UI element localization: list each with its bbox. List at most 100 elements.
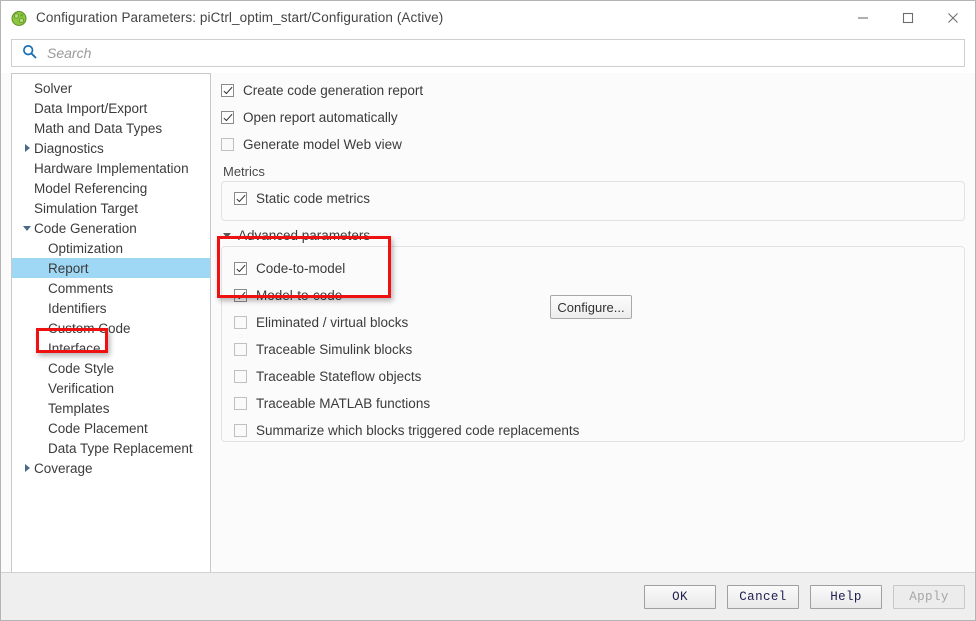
checkbox-static-code-metrics[interactable]: Static code metrics [234,185,370,212]
checkbox-unchecked-icon [234,316,247,329]
tree-item-verification[interactable]: Verification [12,378,210,398]
checkbox-create-code-generation-report[interactable]: Create code generation report [221,77,965,104]
tree-item-model-referencing[interactable]: Model Referencing [12,178,210,198]
checkbox-unchecked-icon [234,370,247,383]
checkbox-checked-icon [234,262,247,275]
tree-item-simulation-target[interactable]: Simulation Target [12,198,210,218]
tree-item-data-import-export[interactable]: Data Import/Export [12,98,210,118]
tree-item-label: Simulation Target [34,200,139,216]
chevron-down-icon[interactable] [20,225,34,231]
checkbox-label: Traceable Stateflow objects [256,369,422,384]
checkbox-traceable-stateflow-objects[interactable]: Traceable Stateflow objects [234,363,952,390]
settings-tree[interactable]: Solver Data Import/Export Math and Data Ty… [11,73,211,572]
tree-item-label: Code Placement [48,420,148,436]
tree-item-optimization[interactable]: Optimization [12,238,210,258]
tree-item-identifiers[interactable]: Identifiers [12,298,210,318]
tree-item-label: Interface [48,340,101,356]
configure-button[interactable]: Configure... [550,295,632,319]
search-input[interactable] [45,44,956,62]
tree-item-code-placement[interactable]: Code Placement [12,418,210,438]
close-icon[interactable] [930,1,975,34]
advanced-options-list: Code-to-model Model-to-code Eliminated / v… [234,255,952,444]
tree-item-label: Data Type Replacement [48,440,193,456]
tree-item-code-style[interactable]: Code Style [12,358,210,378]
checkbox-label: Summarize which blocks triggered code re… [256,423,580,438]
checkbox-label: Generate model Web view [243,137,402,152]
tree-item-coverage[interactable]: Coverage [12,458,210,478]
search-box[interactable] [11,39,965,67]
top-options-group: Create code generation report Open report… [221,77,965,158]
tree-item-comments[interactable]: Comments [12,278,210,298]
content-area: Solver Data Import/Export Math and Data Ty… [1,73,975,572]
window-controls [840,1,975,34]
checkbox-label: Model-to-code [256,288,343,303]
checkbox-summarize-which-blocks-triggered-code-replacements[interactable]: Summarize which blocks triggered code re… [234,417,952,444]
tree-item-custom-code[interactable]: Custom Code [12,318,210,338]
tree-item-diagnostics[interactable]: Diagnostics [12,138,210,158]
checkbox-generate-model-web-view[interactable]: Generate model Web view [221,131,965,158]
help-button[interactable]: Help [810,584,882,609]
tree-item-label: Verification [48,380,115,396]
tree-item-label: Templates [48,400,110,416]
dialog-footer: OK Cancel Help Apply [1,572,975,620]
checkbox-traceable-matlab-functions[interactable]: Traceable MATLAB functions [234,390,952,417]
tree-item-label: Comments [48,280,114,296]
chevron-right-icon[interactable] [20,464,34,472]
checkbox-checked-icon [221,84,234,97]
tree-item-templates[interactable]: Templates [12,398,210,418]
search-bar-row [1,34,975,73]
apply-button: Apply [893,584,965,609]
simulink-icon [10,9,28,27]
checkbox-checked-icon [234,191,247,205]
tree-item-label: Report [48,260,89,276]
checkbox-open-report-automatically[interactable]: Open report automatically [221,104,965,131]
configuration-parameters-window: Configuration Parameters: piCtrl_optim_s… [0,0,976,621]
checkbox-label: Static code metrics [256,190,371,206]
tree-item-label: Code Generation [34,220,137,236]
tree-item-label: Optimization [48,240,124,256]
tree-item-label: Coverage [34,460,93,476]
tree-item-label: Diagnostics [34,140,104,156]
cancel-button[interactable]: Cancel [727,584,799,609]
advanced-parameters-disclosure[interactable]: Advanced parameters [221,228,965,243]
metrics-group-box: Static code metrics [221,181,965,221]
twisty-arrow [23,225,31,231]
checkbox-unchecked-icon [221,138,234,151]
tree-item-label: Data Import/Export [34,100,148,116]
checkbox-checked-icon [221,111,234,124]
tree-item-hardware-implementation[interactable]: Hardware Implementation [12,158,210,178]
ok-button[interactable]: OK [644,584,716,609]
twisty-arrow [24,144,30,152]
checkbox-label: Traceable MATLAB functions [256,396,431,411]
checkbox-unchecked-icon [234,424,247,437]
checkbox-code-to-model[interactable]: Code-to-model [234,255,952,282]
tree-item-solver[interactable]: Solver [12,78,210,98]
twisty-arrow [24,464,30,472]
checkbox-traceable-simulink-blocks[interactable]: Traceable Simulink blocks [234,336,952,363]
checkbox-label: Open report automatically [243,110,398,125]
checkbox-label: Code-to-model [256,261,346,276]
checkbox-label: Eliminated / virtual blocks [256,315,409,330]
tree-item-label: Model Referencing [34,180,148,196]
checkbox-checked-icon [234,289,247,302]
tree-item-interface[interactable]: Interface [12,338,210,358]
chevron-right-icon[interactable] [20,144,34,152]
tree-item-code-generation[interactable]: Code Generation [12,218,210,238]
maximize-button[interactable] [885,1,930,34]
tree-item-report[interactable]: Report [12,258,210,278]
report-settings-panel: Create code generation report Open report… [211,73,965,572]
checkbox-unchecked-icon [234,343,247,356]
tree-item-label: Code Style [48,360,115,376]
tree-item-label: Math and Data Types [34,120,163,136]
tree-item-data-type-replacement[interactable]: Data Type Replacement [12,438,210,458]
tree-item-label: Hardware Implementation [34,160,189,176]
metrics-group-label: Metrics [223,164,265,179]
advanced-parameters-label: Advanced parameters [238,228,371,243]
advanced-parameters-group-box: Code-to-model Model-to-code Eliminated / v… [221,246,965,442]
tree-item-math-and-data-types[interactable]: Math and Data Types [12,118,210,138]
minimize-button[interactable] [840,1,885,34]
chevron-down-icon [223,233,231,238]
tree-item-label: Solver [34,80,73,96]
search-icon [22,44,37,62]
tree-item-label: Identifiers [48,300,107,316]
